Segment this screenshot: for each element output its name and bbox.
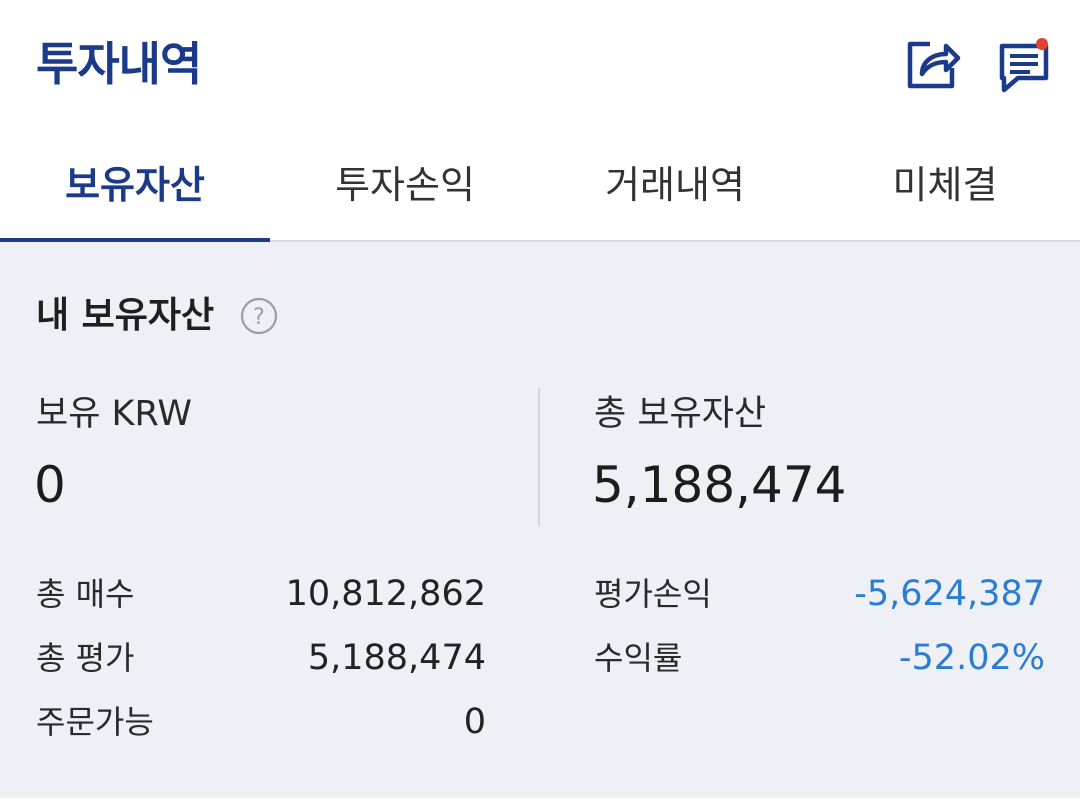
- orderable-value: 0: [463, 702, 486, 742]
- tab-unfilled[interactable]: 미체결: [810, 130, 1080, 240]
- share-button[interactable]: [902, 34, 962, 94]
- question-mark-icon: ?: [240, 297, 278, 335]
- total-assets-value: 5,188,474: [592, 456, 847, 514]
- tab-holdings[interactable]: 보유자산: [0, 130, 270, 242]
- bottom-separator: [0, 798, 1080, 804]
- notice-button[interactable]: [996, 34, 1056, 94]
- tab-profit-loss[interactable]: 투자손익: [270, 130, 540, 240]
- help-button[interactable]: ?: [240, 297, 278, 335]
- total-assets-label: 총 보유자산: [594, 394, 767, 434]
- tab-profit-loss-label: 투자손익: [335, 163, 475, 207]
- total-eval-value: 5,188,474: [307, 638, 486, 678]
- eval-pl-value: -5,624,387: [854, 574, 1045, 614]
- return-rate-label: 수익률: [594, 639, 683, 677]
- column-divider: [538, 388, 540, 526]
- total-buy-value: 10,812,862: [285, 574, 486, 614]
- orderable-label: 주문가능: [36, 703, 154, 741]
- total-buy-label: 총 매수: [36, 575, 135, 613]
- eval-pl-label: 평가손익: [594, 575, 712, 613]
- section-title: 내 보유자산: [36, 295, 215, 336]
- tab-transactions-label: 거래내역: [605, 163, 745, 207]
- krw-label: 보유 KRW: [36, 394, 192, 434]
- tab-transactions[interactable]: 거래내역: [540, 130, 810, 240]
- total-eval-label: 총 평가: [36, 639, 135, 677]
- help-symbol: ?: [253, 305, 265, 330]
- active-tab-indicator: [0, 238, 270, 242]
- tab-holdings-label: 보유자산: [65, 163, 205, 207]
- app-header: 투자내역: [0, 0, 1080, 130]
- page-title: 투자내역: [36, 37, 202, 91]
- tab-bar: 보유자산 투자손익 거래내역 미체결: [0, 130, 1080, 242]
- tab-unfilled-label: 미체결: [892, 163, 998, 207]
- krw-value: 0: [34, 456, 66, 514]
- return-rate-value: -52.02%: [898, 638, 1045, 678]
- notification-dot: [1036, 38, 1048, 50]
- share-icon: [907, 41, 961, 89]
